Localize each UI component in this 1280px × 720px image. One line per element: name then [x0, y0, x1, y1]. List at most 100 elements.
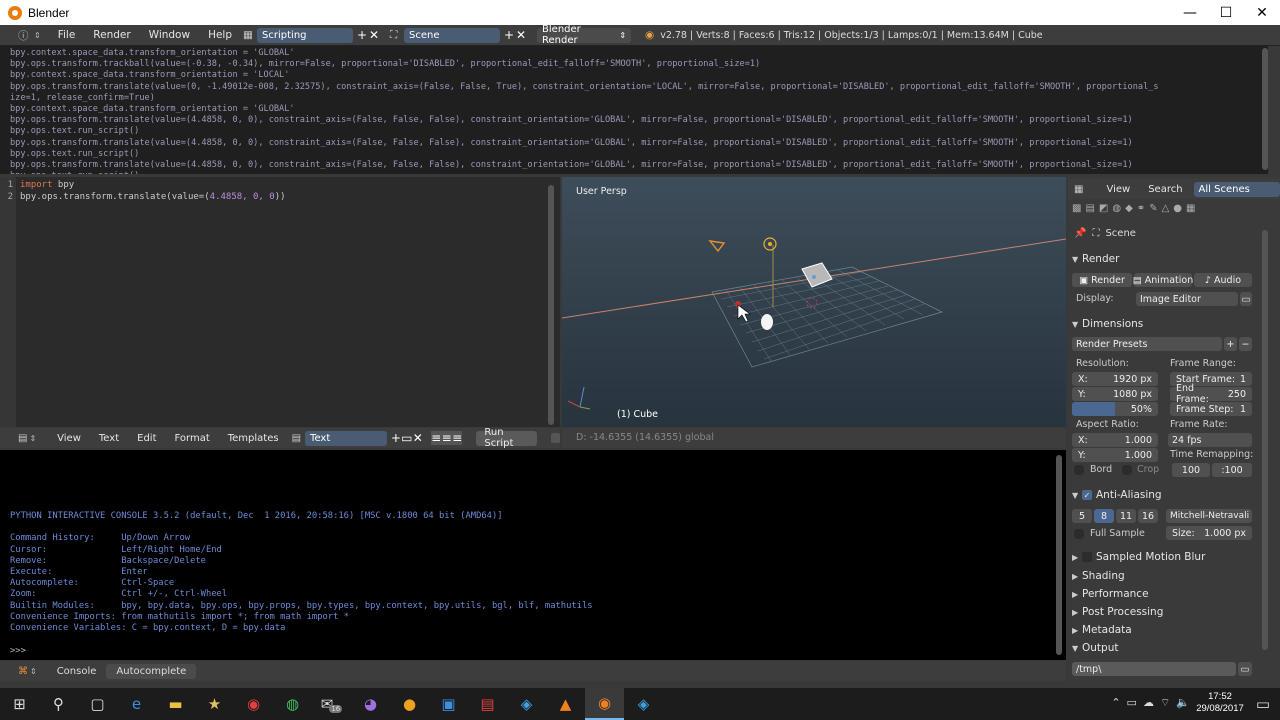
layout-grid-icon[interactable]: ▦	[243, 29, 257, 41]
menu-view[interactable]: View	[48, 433, 90, 444]
performance-panel-header[interactable]: ▶ Performance	[1072, 585, 1258, 603]
menu-help[interactable]: Help	[199, 29, 241, 41]
onedrive-icon[interactable]: ☁	[1143, 696, 1154, 710]
resolution-x-field[interactable]: X: 1920 px	[1072, 372, 1158, 386]
frame-rate-selector[interactable]: 24 fps	[1168, 433, 1252, 447]
add-scene-icon[interactable]: +	[503, 28, 515, 42]
syntax-highlight-toggle-icon[interactable]: ≡	[451, 431, 463, 445]
word-wrap-toggle-icon[interactable]: ≡	[441, 431, 452, 445]
editor-type-chevron-icon[interactable]: ⇕	[30, 667, 37, 676]
notifications-icon[interactable]: ▭	[1246, 688, 1280, 720]
unlink-text-icon[interactable]: ✕	[412, 431, 423, 445]
3d-viewport[interactable]: User Persp (1) Cube	[562, 177, 1066, 427]
text-datablock-icon[interactable]: ▤	[292, 433, 301, 444]
chrome-icon[interactable]: ◉	[234, 688, 273, 720]
star-icon[interactable]: ★	[195, 688, 234, 720]
add-preset-icon[interactable]: +	[1224, 337, 1237, 351]
windows-icon[interactable]: ⊞	[0, 688, 39, 720]
diamond-icon-2[interactable]: ◈	[624, 688, 663, 720]
clipboard-icon[interactable]: ▤	[468, 688, 507, 720]
modifiers-tab-icon[interactable]: ✎	[1149, 203, 1157, 219]
crop-checkbox[interactable]	[1122, 465, 1132, 475]
aa-samples-5[interactable]: 5	[1072, 509, 1092, 523]
tab-autocomplete[interactable]: Autocomplete	[106, 663, 197, 679]
render-layers-icon[interactable]: ▤	[1085, 203, 1094, 219]
audio-button[interactable]: ♪ Audio	[1194, 273, 1252, 287]
menu-format[interactable]: Format	[166, 433, 219, 444]
menu-file[interactable]: File	[49, 29, 85, 41]
scene-selector[interactable]: Scene	[404, 27, 501, 43]
full-sample-checkbox[interactable]	[1074, 529, 1084, 539]
frame-step-field[interactable]: Frame Step: 1	[1170, 402, 1252, 416]
dimensions-panel-header[interactable]: ▼ Dimensions	[1072, 315, 1258, 333]
cube-object[interactable]	[801, 262, 833, 288]
motion-blur-checkbox[interactable]	[1082, 552, 1092, 562]
constraints-tab-icon[interactable]: ⚭	[1137, 203, 1145, 219]
remove-preset-icon[interactable]: −	[1239, 337, 1252, 351]
search-icon[interactable]: ⚲	[39, 688, 78, 720]
task-view-icon[interactable]: ▢	[78, 688, 117, 720]
open-text-icon[interactable]: ▭	[401, 431, 412, 445]
explorer-icon[interactable]: ▬	[156, 688, 195, 720]
render-button[interactable]: ▣ Render	[1072, 273, 1132, 287]
menu-window[interactable]: Window	[140, 29, 199, 41]
live-edit-checkbox[interactable]	[551, 433, 561, 443]
minimize-button[interactable]: —	[1172, 5, 1208, 21]
resolution-percentage-slider[interactable]: 50%	[1072, 402, 1158, 416]
line-numbers-toggle-icon[interactable]: ≡	[430, 431, 442, 445]
usb-icon[interactable]: ▭	[1127, 696, 1137, 710]
folder-icon[interactable]: ▭	[1238, 662, 1252, 676]
edge-icon[interactable]: e	[117, 688, 156, 720]
properties-scrollbar[interactable]	[1262, 230, 1268, 650]
text-datablock-selector[interactable]: Text	[305, 430, 387, 446]
info-log[interactable]: bpy.context.space_data.transform_orienta…	[0, 46, 1268, 174]
menu-templates[interactable]: Templates	[219, 433, 288, 444]
aspect-x-field[interactable]: X: 1.000	[1072, 433, 1158, 447]
text-editor-type-icon[interactable]: ▤	[18, 433, 27, 444]
display-selector[interactable]: Image Editor	[1136, 292, 1238, 306]
aa-filter-selector[interactable]: Mitchell-Netravali	[1166, 509, 1252, 523]
time-remap-old-field[interactable]: 100	[1172, 463, 1210, 477]
output-panel-header[interactable]: ▼ Output	[1072, 639, 1258, 657]
render-panel-header[interactable]: ▼ Render	[1072, 250, 1258, 268]
menu-text[interactable]: Text	[90, 433, 128, 444]
data-tab-icon[interactable]: △	[1162, 203, 1170, 219]
remove-scene-icon[interactable]: ✕	[515, 28, 527, 42]
app-icon[interactable]: ◍	[273, 688, 312, 720]
menu-view[interactable]: View	[1097, 184, 1139, 195]
material-tab-icon[interactable]: ●	[1173, 203, 1182, 219]
onenote-icon[interactable]: ◕	[351, 688, 390, 720]
resolution-y-field[interactable]: Y: 1080 px	[1072, 387, 1158, 401]
render-engine-selector[interactable]: Blender Render ⇕	[537, 24, 632, 46]
border-checkbox[interactable]	[1074, 465, 1084, 475]
texture-tab-icon[interactable]: ▦	[1186, 203, 1195, 219]
lock-interface-icon[interactable]: ▭	[1240, 292, 1252, 306]
close-button[interactable]: ✕	[1244, 5, 1280, 21]
orange-icon[interactable]: ●	[390, 688, 429, 720]
shading-panel-header[interactable]: ▶ Shading	[1072, 567, 1258, 585]
scene-icon[interactable]: ⛶	[390, 29, 404, 42]
animation-button[interactable]: ▤ Animation	[1133, 273, 1193, 287]
add-layout-icon[interactable]: +	[356, 28, 368, 42]
wifi-icon[interactable]: ⌔	[1160, 696, 1170, 710]
network-icon[interactable]: ⌃	[1111, 696, 1120, 710]
script-code[interactable]: import bpy bpy.ops.transform.translate(va…	[20, 180, 286, 203]
menu-search[interactable]: Search	[1139, 184, 1191, 195]
anti-aliasing-panel-header[interactable]: ▼ ✓ Anti-Aliasing	[1072, 486, 1258, 504]
aa-samples-8[interactable]: 8	[1094, 509, 1114, 523]
text-editor-scrollbar[interactable]	[548, 185, 554, 425]
tab-console[interactable]: Console	[47, 664, 107, 679]
aa-size-field[interactable]: Size: 1.000 px	[1166, 526, 1252, 540]
vlc-icon[interactable]: ▲	[546, 688, 585, 720]
camera-icon[interactable]	[708, 240, 726, 253]
maximize-button[interactable]: ☐	[1208, 5, 1244, 21]
object-tab-icon[interactable]: ◆	[1125, 203, 1133, 219]
end-frame-field[interactable]: End Frame: 250	[1170, 383, 1252, 405]
store-icon[interactable]: ▣	[429, 688, 468, 720]
aa-samples-11[interactable]: 11	[1116, 509, 1136, 523]
console-editor-icon[interactable]: ⌘	[18, 666, 28, 677]
render-presets-selector[interactable]: Render Presets	[1072, 337, 1222, 351]
mail-icon[interactable]: ✉ 16	[312, 688, 351, 720]
time-remap-new-field[interactable]: :100	[1212, 463, 1252, 477]
output-path-field[interactable]: /tmp\	[1072, 662, 1236, 676]
